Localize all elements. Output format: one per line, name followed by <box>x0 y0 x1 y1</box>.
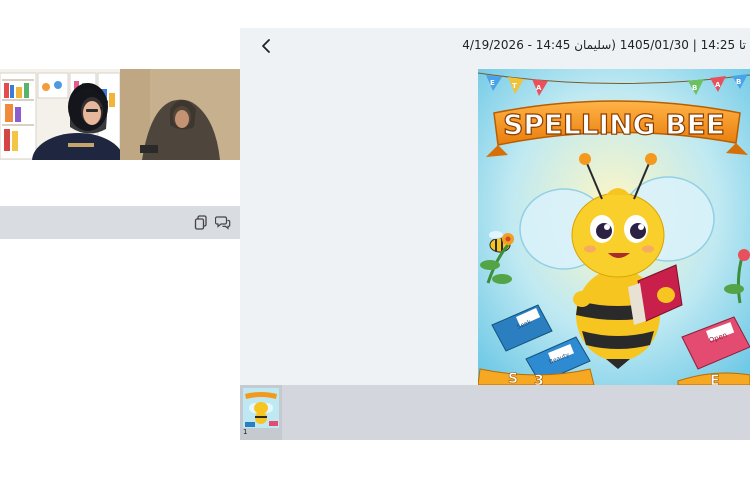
slide-thumbnail-strip: 1 <box>240 385 750 440</box>
chat-bubbles-icon[interactable] <box>215 214 231 230</box>
banner-letter: T <box>512 82 517 90</box>
banner-letter: B <box>736 78 741 86</box>
copy-icon[interactable] <box>193 214 209 230</box>
presentation-header: 4/19/2026 - 14:45 تا 14:25 | 1405/01/30 … <box>240 28 750 64</box>
slide-thumbnail-number: 1 <box>243 428 248 436</box>
video-panel <box>0 69 240 160</box>
participant-2-scene <box>120 69 240 160</box>
session-title: 4/19/2026 - 14:45 تا 14:25 | 1405/01/30 … <box>462 38 746 52</box>
slide-thumbnail[interactable]: 1 <box>240 385 282 440</box>
ribbon-letter: 3 <box>534 373 544 385</box>
banner-letter: E <box>490 79 495 87</box>
participant-video-1[interactable] <box>0 69 120 160</box>
spelling-bee-illustration: E T A B A B SPELLING BEE Seek Beauty Ope… <box>478 69 750 385</box>
ribbon-letter: S <box>508 371 518 385</box>
banner-letter: B <box>692 84 697 92</box>
thumbnail-bee-icon <box>243 388 279 428</box>
side-toolbar <box>0 206 240 239</box>
video-panel-spacer <box>0 160 240 206</box>
participant-video-2[interactable] <box>120 69 240 160</box>
slide-image: E T A B A B SPELLING BEE Seek Beauty Ope… <box>478 69 750 385</box>
chevron-left-icon[interactable] <box>258 37 276 55</box>
participant-1-scene <box>0 69 120 160</box>
presentation-panel: 4/19/2026 - 14:45 تا 14:25 | 1405/01/30 … <box>240 28 750 440</box>
slide-thumbnail-image <box>243 388 279 428</box>
banner-letter: A <box>536 84 542 92</box>
ribbon-letter: E <box>710 373 720 385</box>
banner-letter: A <box>715 81 721 89</box>
slide-title-text: SPELLING BEE <box>503 108 725 141</box>
